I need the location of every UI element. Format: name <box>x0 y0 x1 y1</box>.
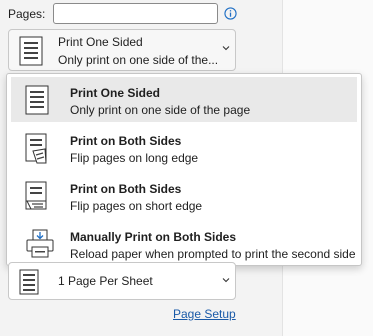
option-subtitle: Flip pages on long edge <box>70 151 199 165</box>
long-edge-flip-icon <box>25 133 47 164</box>
print-sides-selected-subtitle: Only print on one side of the... <box>58 53 219 67</box>
chevron-down-icon <box>222 46 230 51</box>
pages-input[interactable] <box>53 3 218 24</box>
one-sided-page-icon <box>19 36 43 66</box>
pages-label: Pages: <box>8 7 46 21</box>
option-subtitle: Flip pages on short edge <box>70 199 203 213</box>
pages-per-sheet-select[interactable]: 1 Page Per Sheet <box>8 262 236 300</box>
option-title: Print on Both Sides <box>70 134 182 148</box>
info-icon[interactable] <box>224 7 237 20</box>
short-edge-flip-icon <box>25 181 47 210</box>
print-sides-dropdown: Print One Sided Only print on one side o… <box>6 73 362 266</box>
option-subtitle: Only print on one side of the page <box>70 103 251 117</box>
one-sided-page-icon <box>25 85 49 115</box>
option-title: Manually Print on Both Sides <box>70 230 237 244</box>
chevron-down-icon <box>222 278 230 283</box>
print-sides-select[interactable]: Print One Sided Only print on one side o… <box>8 29 236 71</box>
page-setup-link[interactable]: Page Setup <box>173 307 236 321</box>
option-print-one-sided[interactable]: Print One Sided Only print on one side o… <box>11 77 357 122</box>
option-title: Print One Sided <box>70 86 161 100</box>
print-sides-selected-title: Print One Sided <box>58 35 143 49</box>
single-page-icon <box>19 269 39 295</box>
option-both-sides-short-edge[interactable]: Print on Both Sides Flip pages on short … <box>11 173 357 218</box>
option-manual-both-sides[interactable]: Manually Print on Both Sides Reload pape… <box>11 221 357 266</box>
option-both-sides-long-edge[interactable]: Print on Both Sides Flip pages on long e… <box>11 125 357 170</box>
option-title: Print on Both Sides <box>70 182 182 196</box>
manual-duplex-printer-icon <box>26 229 54 258</box>
option-subtitle: Reload paper when prompted to print the … <box>70 247 356 261</box>
pages-per-sheet-value: 1 Page Per Sheet <box>58 274 153 288</box>
